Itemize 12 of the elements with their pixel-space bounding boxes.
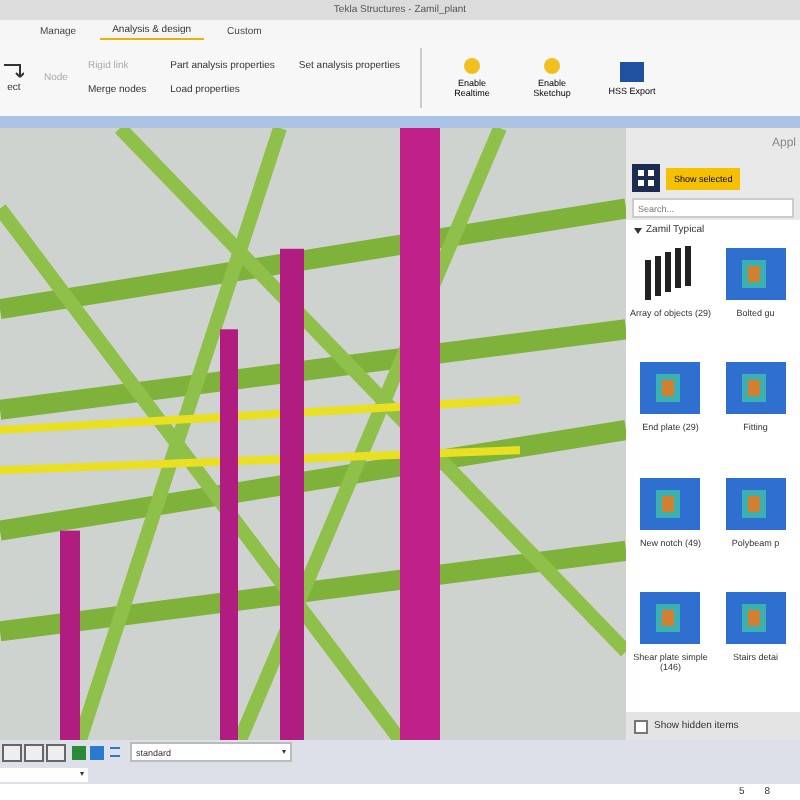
grid-view-icon[interactable]: [632, 164, 660, 192]
connection-thumbnail-icon[interactable]: [721, 244, 790, 304]
connection-thumbnail-icon[interactable]: [636, 358, 705, 419]
connection-thumbnail-icon[interactable]: [721, 587, 790, 648]
connection-thumbnail-icon[interactable]: [636, 587, 705, 648]
view-tool-icon[interactable]: [2, 743, 122, 761]
connection-thumbnail-icon[interactable]: [721, 473, 790, 533]
connection-thumbnail-icon[interactable]: [721, 358, 790, 419]
object-icon: [4, 63, 24, 77]
caret-icon[interactable]: [634, 227, 642, 233]
checkbox[interactable]: [634, 719, 648, 733]
connection-thumbnail-icon[interactable]: [636, 473, 705, 533]
